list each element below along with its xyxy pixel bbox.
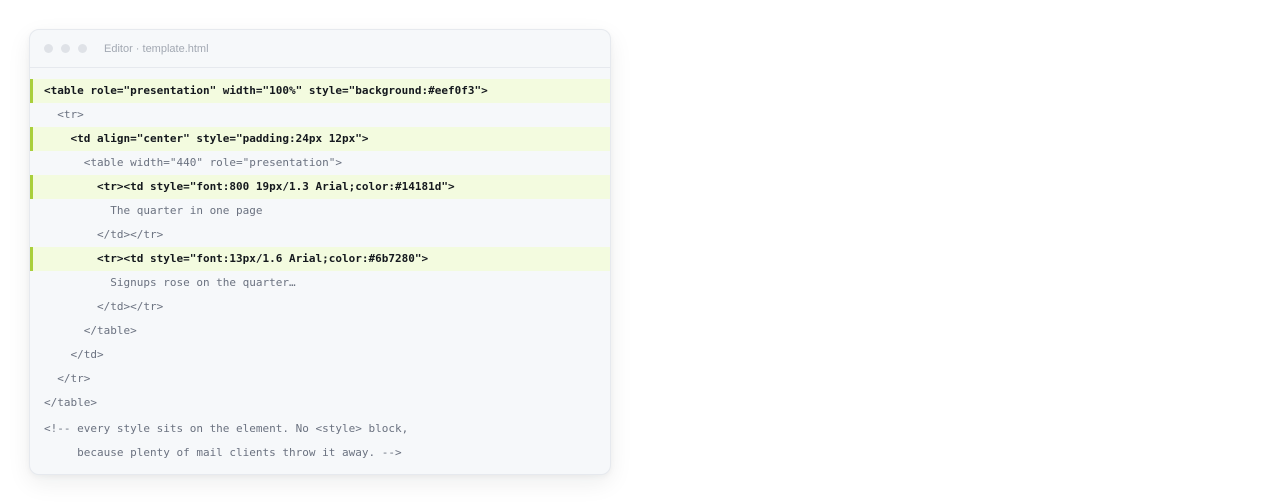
code-line: Signups rose on the quarter…	[44, 276, 296, 289]
code-line: The quarter in one page	[44, 204, 263, 217]
code-line: <table width="440" role="presentation">	[44, 156, 343, 169]
code-comment-line: because plenty of mail clients throw it …	[44, 446, 402, 459]
code-line: </table>	[44, 324, 137, 337]
window-minimize-dot[interactable]	[61, 44, 70, 53]
window-close-dot[interactable]	[44, 44, 53, 53]
code-line-highlighted: <tr><td style="font:13px/1.6 Arial;color…	[30, 247, 610, 271]
code-line-highlighted: <table role="presentation" width="100%" …	[30, 79, 610, 103]
code-line: </tr>	[44, 372, 91, 385]
code-line: </td></tr>	[44, 228, 164, 241]
code-line: </td>	[44, 348, 104, 361]
code-editor-window: Editor · template.html <table role="pres…	[29, 29, 611, 475]
editor-titlebar: Editor · template.html	[30, 30, 610, 68]
window-maximize-dot[interactable]	[78, 44, 87, 53]
code-comment-line: <!-- every style sits on the element. No…	[44, 422, 409, 435]
code-line: <tr>	[44, 108, 84, 121]
code-area[interactable]: <table role="presentation" width="100%" …	[30, 79, 610, 465]
code-line: </table>	[44, 396, 97, 409]
editor-title: Editor · template.html	[104, 42, 209, 55]
code-line: </td></tr>	[44, 300, 164, 313]
code-line-highlighted: <tr><td style="font:800 19px/1.3 Arial;c…	[30, 175, 610, 199]
code-line-highlighted: <td align="center" style="padding:24px 1…	[30, 127, 610, 151]
